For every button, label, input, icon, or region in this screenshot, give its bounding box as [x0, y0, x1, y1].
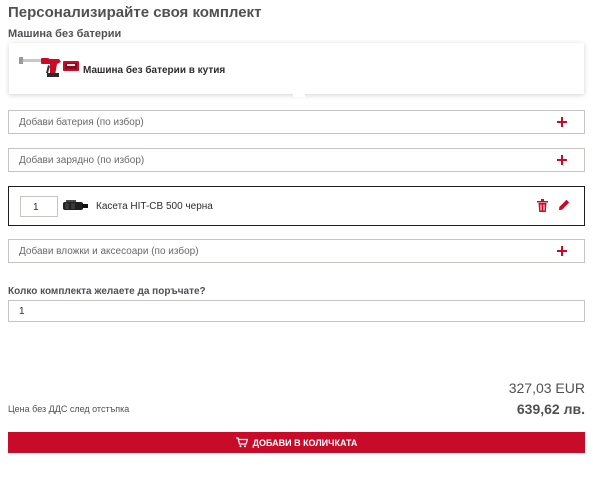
selected-cartridge-row: 1 Касета HIT-CB 500 черна [8, 186, 585, 226]
page-title: Персонализирайте своя комплект [8, 4, 262, 21]
machine-label: Машина без батерии в кутия [83, 65, 226, 76]
cartridge-quantity[interactable]: 1 [20, 196, 58, 217]
plus-icon[interactable] [556, 243, 568, 259]
add-charger-row[interactable]: Добави зарядно (по избор) [8, 148, 585, 172]
add-battery-row[interactable]: Добави батерия (по избор) [8, 110, 585, 134]
quantity-question: Колко комплекта желаете да поръчате? [8, 286, 206, 297]
plus-icon[interactable] [556, 152, 568, 168]
price-eur: 327,03 EUR [508, 380, 585, 396]
trash-icon[interactable] [537, 199, 548, 212]
card-notch [293, 91, 305, 97]
add-to-cart-label: ДОБАВИ В КОЛИЧКАТА [252, 437, 358, 448]
cart-icon [235, 437, 248, 448]
machine-section-label: Машина без батерии [8, 28, 122, 40]
add-accessories-label: Добави вложки и аксесоари (по избор) [19, 246, 199, 257]
plus-icon[interactable] [556, 114, 568, 130]
price-bgn: 639,62 лв. [516, 401, 585, 417]
add-accessories-row[interactable]: Добави вложки и аксесоари (по избор) [8, 239, 585, 263]
add-battery-label: Добави батерия (по избор) [19, 117, 144, 128]
cartridge-label: Касета HIT-CB 500 черна [96, 201, 213, 212]
cartridge-icon [63, 200, 88, 210]
pencil-icon[interactable] [558, 199, 570, 211]
machine-card[interactable]: Машина без батерии в кутия [9, 43, 584, 97]
price-note: Цена без ДДС след отстъпка [8, 404, 130, 414]
add-to-cart-button[interactable]: ДОБАВИ В КОЛИЧКАТА [8, 432, 585, 453]
dispenser-gun-icon [19, 57, 79, 77]
quantity-input[interactable] [8, 300, 585, 322]
add-charger-label: Добави зарядно (по избор) [19, 155, 145, 166]
